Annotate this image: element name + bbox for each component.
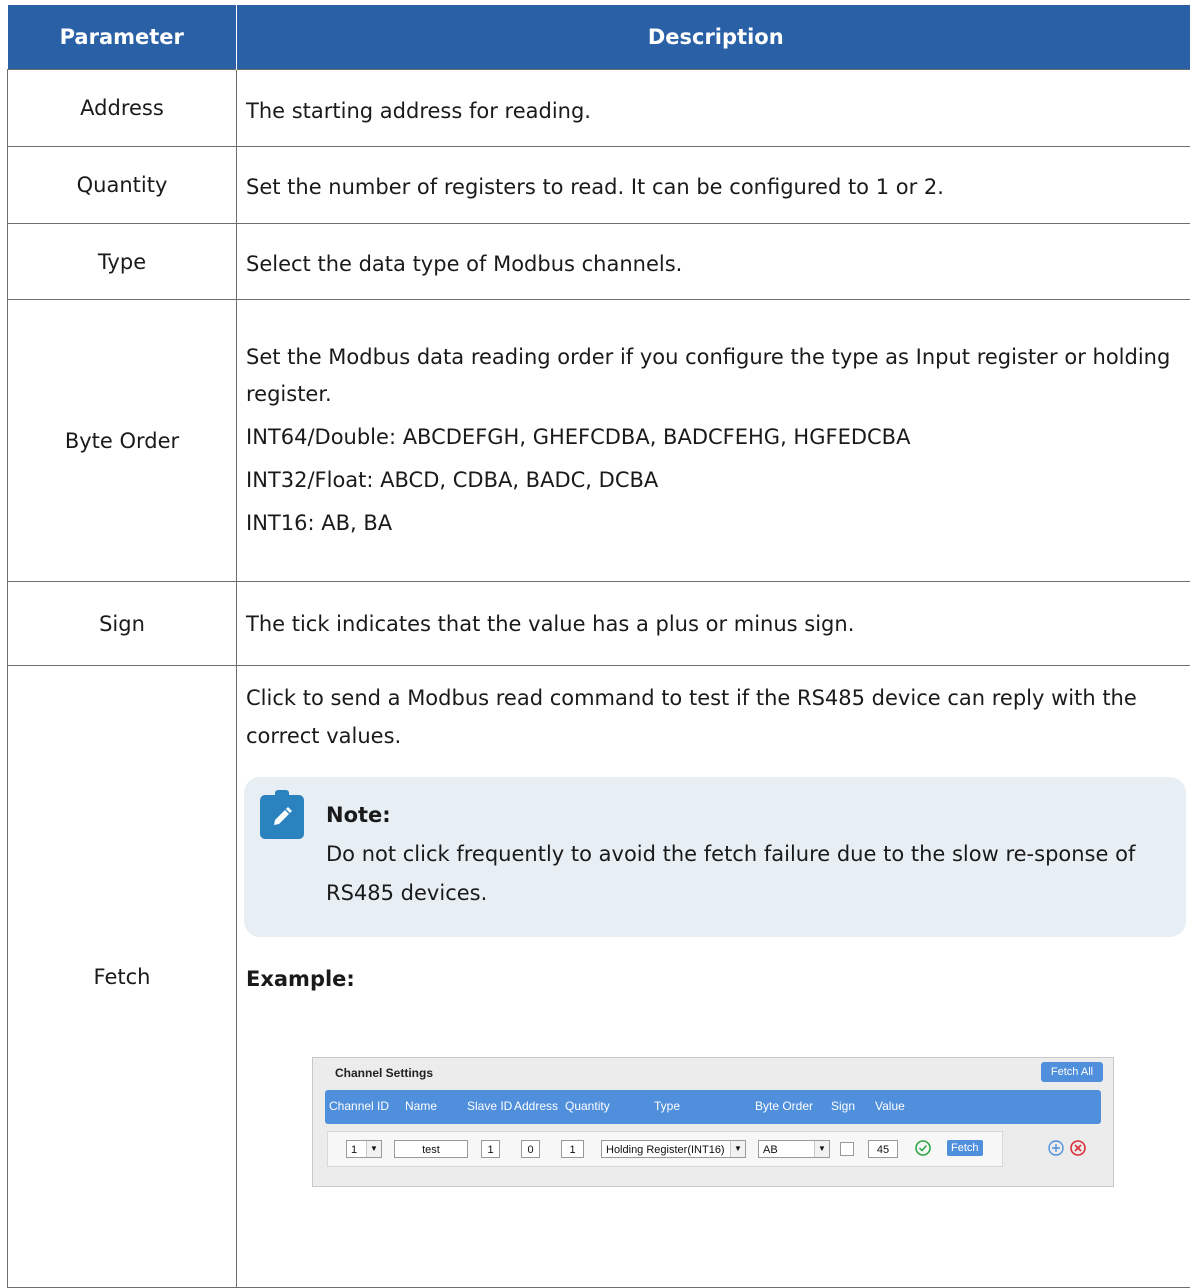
channel-settings-title: Channel Settings [335,1066,433,1080]
param-type: Type [8,224,237,300]
param-sign: Sign [8,582,237,666]
col-address: Address [514,1099,558,1113]
delete-icon[interactable] [1069,1139,1087,1157]
sign-checkbox[interactable] [840,1142,854,1156]
desc-byte-order: Set the Modbus data reading order if you… [237,300,1190,582]
table-row: Sign The tick indicates that the value h… [8,582,1190,666]
slave-id-input[interactable]: 1 [481,1140,500,1158]
fetch-button[interactable]: Fetch [947,1140,983,1156]
add-icon[interactable] [1047,1139,1065,1157]
desc-address: The starting address for reading. [237,70,1190,147]
channel-row: 1▼ test 1 0 1 Holding Register(INT16)▼ A… [327,1131,1003,1167]
table-row: Quantity Set the number of registers to … [8,147,1190,224]
desc-type: Select the data type of Modbus channels. [237,224,1190,300]
byte-order-description: Set the Modbus data reading order if you… [246,339,1186,413]
col-channel-id: Channel ID [329,1099,389,1113]
value-input[interactable]: 45 [868,1140,898,1158]
desc-fetch: Click to send a Modbus read command to t… [237,666,1190,1288]
table-row: Byte Order Set the Modbus data reading o… [8,300,1190,582]
address-input[interactable]: 0 [521,1140,540,1158]
header-parameter: Parameter [8,5,237,70]
param-address: Address [8,70,237,147]
fetch-all-button[interactable]: Fetch All [1041,1062,1103,1082]
note-title: Note: [326,795,1166,835]
param-fetch: Fetch [8,666,237,1288]
byte-order-int64: INT64/Double: ABCDEFGH, GHEFCDBA, BADCFE… [246,419,1186,456]
table-row: Type Select the data type of Modbus chan… [8,224,1190,300]
col-name: Name [405,1099,437,1113]
col-type: Type [654,1099,680,1113]
desc-sign: The tick indicates that the value has a … [237,582,1190,666]
ok-icon [914,1139,932,1157]
note-text: Do not click frequently to avoid the fet… [326,835,1166,913]
col-value: Value [875,1099,905,1113]
channel-id-select[interactable]: 1▼ [346,1140,382,1158]
col-quantity: Quantity [565,1099,610,1113]
table-header-row: Parameter Description [8,5,1190,70]
note-box: Note: Do not click frequently to avoid t… [244,777,1186,937]
chevron-down-icon: ▼ [814,1141,829,1157]
col-byte-order: Byte Order [755,1099,813,1113]
channel-header-bar: Channel ID Name Slave ID Address Quantit… [325,1090,1101,1124]
byte-order-int16: INT16: AB, BA [246,505,1186,542]
table-row: Fetch Click to send a Modbus read comman… [8,666,1190,1288]
desc-quantity: Set the number of registers to read. It … [237,147,1190,224]
chevron-down-icon: ▼ [730,1141,745,1157]
chevron-down-icon: ▼ [366,1141,381,1157]
param-byte-order: Byte Order [8,300,237,582]
byte-order-select[interactable]: AB▼ [758,1140,830,1158]
fetch-description: Click to send a Modbus read command to t… [246,679,1186,755]
note-body: Note: Do not click frequently to avoid t… [326,793,1166,913]
col-slave-id: Slave ID [467,1099,512,1113]
param-quantity: Quantity [8,147,237,224]
example-label: Example: [246,963,1186,995]
type-select[interactable]: Holding Register(INT16)▼ [601,1140,746,1158]
header-description: Description [237,5,1190,70]
channel-settings-screenshot: Channel Settings Fetch All Channel ID Na… [312,1057,1114,1187]
table-row: Address The starting address for reading… [8,70,1190,147]
name-input[interactable]: test [394,1140,468,1158]
byte-order-int32: INT32/Float: ABCD, CDBA, BADC, DCBA [246,462,1186,499]
note-pencil-icon [260,795,304,839]
parameter-table: Parameter Description Address The starti… [7,5,1190,1288]
col-sign: Sign [831,1099,855,1113]
quantity-input[interactable]: 1 [561,1140,584,1158]
